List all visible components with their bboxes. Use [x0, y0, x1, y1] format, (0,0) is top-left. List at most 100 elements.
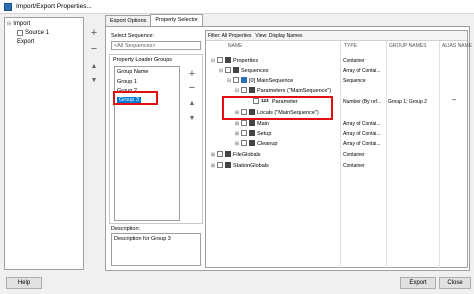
expand-toggle-icon[interactable]: ⊞: [234, 131, 240, 137]
column-header-name[interactable]: NAME: [228, 43, 242, 49]
container-icon: [225, 151, 231, 157]
expand-toggle-icon[interactable]: ⊞: [234, 141, 240, 147]
description-field[interactable]: Description for Group 3: [111, 233, 201, 266]
property-name: Main: [257, 120, 269, 127]
tree-buttons: + − ▲ ▼: [84, 17, 105, 270]
title-bar: Import/Export Properties...: [0, 0, 474, 14]
property-group-names[interactable]: Group 1; Group 2: [388, 99, 427, 105]
property-alias[interactable]: "": [452, 99, 456, 105]
tree-item-source-1[interactable]: Source 1: [17, 30, 49, 36]
expand-toggle-icon[interactable]: ⊟: [210, 58, 216, 64]
loader-groups-box: Property Loader Groups Group Name Group …: [109, 54, 203, 224]
container-icon: [241, 77, 247, 83]
property-row[interactable]: ⊟ Properties Container: [206, 56, 467, 65]
expand-toggle-icon[interactable]: ⊞: [234, 121, 240, 127]
add-button[interactable]: +: [89, 27, 99, 39]
group-list[interactable]: Group Name Group 1 Group 2 Group 3: [114, 66, 180, 221]
property-checkbox[interactable]: [241, 120, 247, 126]
property-type: Array of Contai...: [343, 67, 381, 74]
select-sequence-label: Select Sequence:: [111, 33, 155, 39]
property-type: Array of Contai...: [343, 120, 381, 127]
property-name: FileGlobals: [233, 151, 261, 158]
property-type: Number (By ref...: [343, 98, 382, 105]
property-row[interactable]: ⊞ Main Array of Contai...: [206, 119, 467, 128]
help-button[interactable]: Help: [6, 277, 42, 289]
filter-dropdown[interactable]: Filter: All Properties: [208, 33, 251, 39]
filter-bar: Filter: All Properties View: Display Nam…: [206, 31, 467, 41]
export-button[interactable]: Export: [400, 277, 436, 289]
container-icon: [249, 130, 255, 136]
property-tree-panel: Filter: All Properties View: Display Nam…: [205, 30, 472, 269]
source-checkbox[interactable]: [17, 30, 23, 36]
expand-toggle-icon[interactable]: ⊟: [226, 78, 232, 84]
property-name: Parameters ("MainSequence"): [257, 87, 332, 94]
expand-toggle-icon[interactable]: ⊞: [210, 163, 216, 169]
view-dropdown[interactable]: View: Display Names: [255, 33, 302, 39]
app-icon: [4, 2, 12, 11]
property-row[interactable]: ⊞ Cleanup Array of Contai...: [206, 139, 467, 148]
property-name: Cleanup: [257, 140, 278, 147]
property-row[interactable]: ⊞ StationGlobals Container: [206, 161, 467, 170]
property-row[interactable]: ⊟ [0] MainSequence Sequence: [206, 76, 467, 85]
loader-groups-label: Property Loader Groups: [113, 57, 173, 63]
tree-item-label: Export: [17, 39, 35, 45]
property-row[interactable]: ⊞ Setup Array of Contai...: [206, 129, 467, 138]
property-type: Container: [343, 162, 365, 169]
move-up-button[interactable]: ▲: [89, 63, 99, 70]
column-header-type[interactable]: TYPE: [344, 43, 357, 49]
highlight-box-group: [113, 91, 158, 105]
group-move-down-button[interactable]: ▼: [187, 115, 197, 122]
container-icon: [225, 162, 231, 168]
property-name: StationGlobals: [233, 162, 269, 169]
expand-toggle-icon[interactable]: ⊞: [210, 152, 216, 158]
expand-toggle-icon[interactable]: ⊟: [218, 68, 224, 74]
property-name: Setup: [257, 130, 272, 137]
group-move-up-button[interactable]: ▲: [187, 100, 197, 107]
remove-button[interactable]: −: [89, 43, 99, 55]
import-export-tree[interactable]: ⊟ Import Source 1 Export: [4, 17, 84, 270]
property-name: Sequences: [241, 67, 269, 74]
property-type: Container: [343, 57, 365, 64]
group-add-button[interactable]: +: [187, 68, 197, 80]
list-item[interactable]: Group 1: [117, 79, 137, 85]
description-label: Description:: [111, 226, 141, 232]
property-row[interactable]: ⊟ Parameters ("MainSequence"): [206, 86, 467, 95]
tree-item-label: Source 1: [25, 30, 50, 36]
tab-property-selector[interactable]: Property Selector: [150, 14, 203, 26]
property-type: Container: [343, 151, 365, 158]
container-icon: [249, 120, 255, 126]
move-down-button[interactable]: ▼: [89, 77, 99, 84]
property-type: Array of Contai...: [343, 130, 381, 137]
container-icon: [249, 87, 255, 93]
property-checkbox[interactable]: [217, 162, 223, 168]
tree-item-export[interactable]: Export: [17, 39, 34, 45]
property-row[interactable]: ⊞ FileGlobals Container: [206, 150, 467, 159]
tab-strip: Export Options Property Selector: [105, 14, 203, 26]
property-checkbox[interactable]: [241, 140, 247, 146]
highlight-box-parameters: [222, 96, 333, 120]
property-name: [0] MainSequence: [249, 77, 294, 84]
property-checkbox[interactable]: [241, 87, 247, 93]
property-checkbox[interactable]: [217, 57, 223, 63]
property-name: Properties: [233, 57, 259, 64]
container-icon: [225, 57, 231, 63]
property-checkbox[interactable]: [217, 151, 223, 157]
property-checkbox[interactable]: [225, 67, 231, 73]
tab-export-options[interactable]: Export Options: [105, 15, 152, 26]
sequence-select[interactable]: <All Sequences>: [111, 41, 201, 50]
column-header-alias-name[interactable]: ALIAS NAME: [442, 43, 472, 49]
container-icon: [249, 140, 255, 146]
expand-toggle-icon[interactable]: ⊟: [234, 88, 240, 94]
close-button[interactable]: Close: [439, 277, 471, 289]
property-checkbox[interactable]: [233, 77, 239, 83]
collapse-icon[interactable]: ⊟: [7, 21, 11, 27]
group-remove-button[interactable]: −: [187, 82, 197, 94]
property-type: Array of Contai...: [343, 140, 381, 147]
window-title: Import/Export Properties...: [16, 3, 92, 10]
property-row[interactable]: ⊟ Sequences Array of Contai...: [206, 66, 467, 75]
tree-item-import[interactable]: ⊟ Import: [7, 21, 30, 27]
list-header: Group Name: [117, 69, 149, 75]
container-icon: [233, 67, 239, 73]
property-checkbox[interactable]: [241, 130, 247, 136]
column-header-group-names[interactable]: GROUP NAMES: [389, 43, 426, 49]
